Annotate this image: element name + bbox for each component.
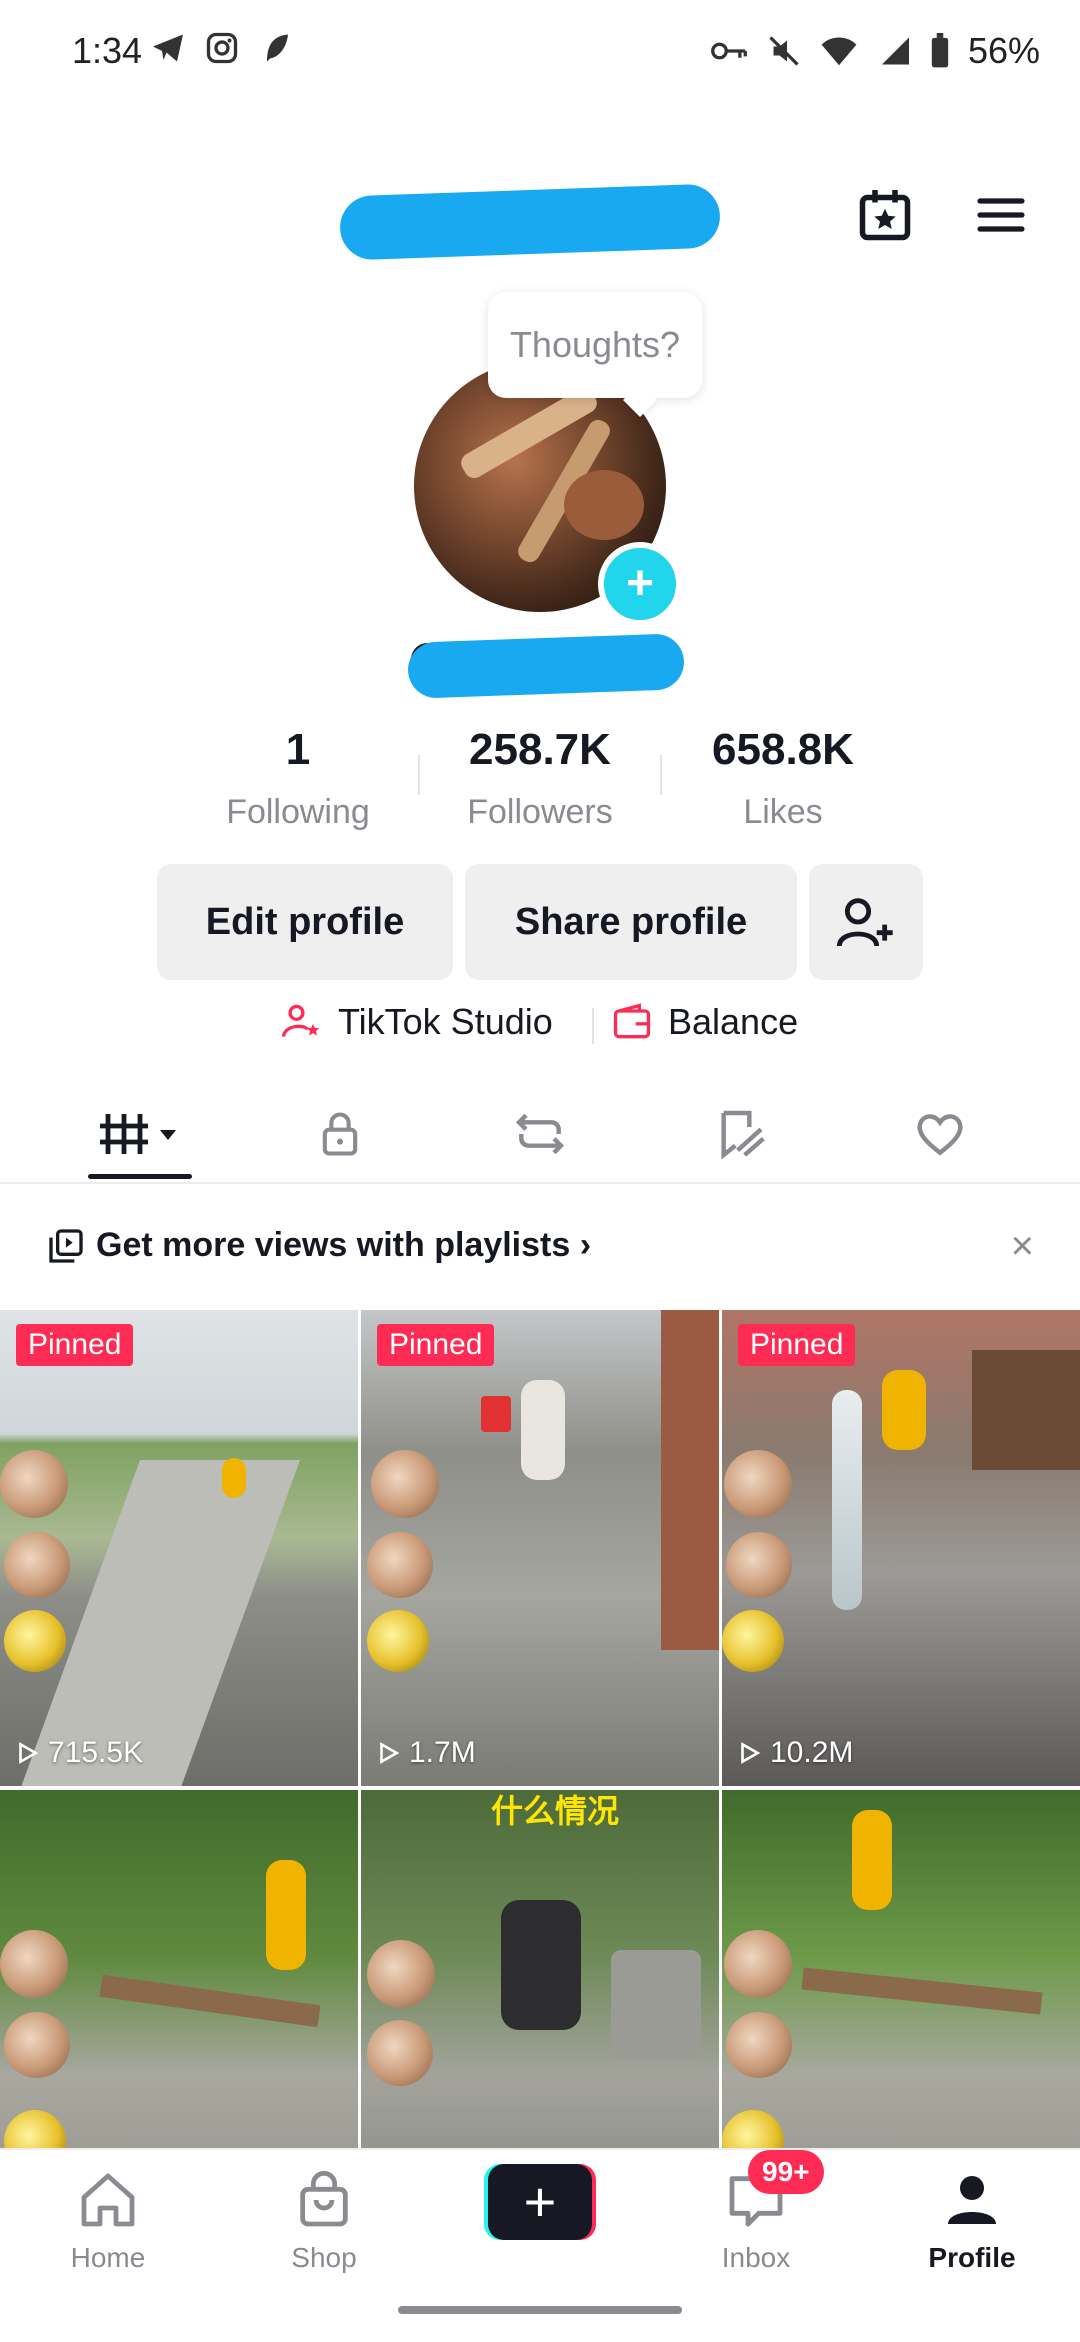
studio-person-star-icon [282,1004,320,1038]
play-outline-icon [19,1742,39,1764]
add-friends-button[interactable] [809,864,923,980]
saved-icon [721,1110,765,1160]
video-tile[interactable]: Pinned 1.7M [361,1310,719,1786]
playlist-icon [49,1229,83,1263]
status-bar: 1:34 56% [0,0,1080,110]
nav-profile[interactable]: Profile [892,2168,1052,2274]
username-redaction [338,183,722,261]
tab-saved[interactable] [640,1086,840,1182]
nav-inbox-label: Inbox [721,2242,791,2273]
nav-home-label: Home [70,2242,146,2273]
telegram-icon [153,34,183,62]
tab-videos[interactable] [40,1086,240,1182]
share-profile-button[interactable]: Share profile [465,864,797,980]
repost-icon [515,1113,565,1155]
banner-close-button[interactable]: × [1011,1224,1034,1269]
profile-links: TikTok Studio Balance [0,1000,1080,1060]
home-indicator[interactable] [398,2306,682,2314]
plus-icon: + [488,2164,592,2240]
profile-icon [948,2176,996,2224]
content-tabs [0,1086,1080,1184]
key-icon [711,42,747,60]
menu-button[interactable] [966,180,1036,250]
stat-followers[interactable]: 258.7K Followers [430,725,650,832]
status-right-icons: 56% [710,30,1040,72]
thoughts-bubble[interactable]: Thoughts? [488,292,702,398]
calendar-star-icon [859,190,911,241]
profile-stats: 1 Following 258.7K Followers 658.8K Like… [0,725,1080,845]
instagram-icon [206,32,238,64]
tab-reposts[interactable] [440,1086,640,1182]
balance-link[interactable]: Balance [610,1000,798,1044]
lock-icon [322,1112,358,1156]
pinned-badge: Pinned [16,1324,134,1366]
wifi-icon [821,37,857,66]
creator-calendar-button[interactable] [850,180,920,250]
add-story-button[interactable]: + [598,542,682,626]
pinned-badge: Pinned [377,1324,495,1366]
video-tile[interactable]: Pinned 10.2M [722,1310,1080,1786]
video-grid: Pinned 715.5K Pinned 1.7M Pinned 10.2M 什… [0,1310,1080,2266]
chevron-right-icon: › [579,1226,592,1264]
view-count: 1.7M [375,1736,476,1770]
nav-shop[interactable]: Shop [244,2168,404,2274]
home-icon [81,2173,135,2227]
status-left-icons [150,30,294,66]
battery-icon [931,33,949,68]
stat-divider [660,755,662,795]
pinned-badge: Pinned [738,1324,856,1366]
feather-icon [267,34,288,62]
status-time: 1:34 [72,30,143,71]
followers-count: 258.7K [469,725,611,774]
signal-icon [881,37,909,65]
playlist-banner-text: Get more views with playlists › [96,1226,592,1264]
following-count: 1 [285,725,311,774]
view-count: 10.2M [736,1736,853,1770]
following-label: Following [226,793,370,831]
nav-home[interactable]: Home [28,2168,188,2274]
balance-label: Balance [668,1001,799,1042]
followers-label: Followers [467,793,613,831]
create-button[interactable]: + [484,2164,596,2242]
wallet-icon [613,1003,651,1039]
handle-redaction [407,633,685,699]
video-caption: 什么情况 [491,1793,620,1829]
links-divider [592,1008,594,1044]
view-count: 715.5K [14,1736,143,1770]
mute-icon [769,36,799,66]
play-outline-icon [741,1742,761,1764]
play-outline-icon [380,1742,400,1764]
tab-liked[interactable] [840,1086,1040,1182]
stat-following[interactable]: 1 Following [188,725,408,832]
likes-label: Likes [743,793,823,831]
inbox-badge: 99+ [748,2150,824,2194]
videos-grid-icon [100,1114,176,1154]
heart-icon [917,1114,963,1156]
stat-divider [418,755,420,795]
nav-shop-label: Shop [291,2242,357,2273]
shopping-bag-icon [300,2171,348,2227]
edit-profile-button[interactable]: Edit profile [157,864,453,980]
playlist-banner[interactable]: Get more views with playlists › × [0,1196,1080,1306]
tiktok-studio-link[interactable]: TikTok Studio [280,1000,553,1044]
video-tile[interactable]: Pinned 715.5K [0,1310,358,1786]
tiktok-studio-label: TikTok Studio [338,1001,553,1042]
active-tab-indicator [88,1174,192,1179]
battery-percent: 56% [967,30,1040,71]
add-user-icon [836,898,893,947]
menu-icon [977,198,1025,232]
stat-likes[interactable]: 658.8K Likes [673,725,893,832]
tab-private[interactable] [240,1086,440,1182]
nav-profile-label: Profile [928,2242,1016,2273]
likes-count: 658.8K [712,725,854,774]
